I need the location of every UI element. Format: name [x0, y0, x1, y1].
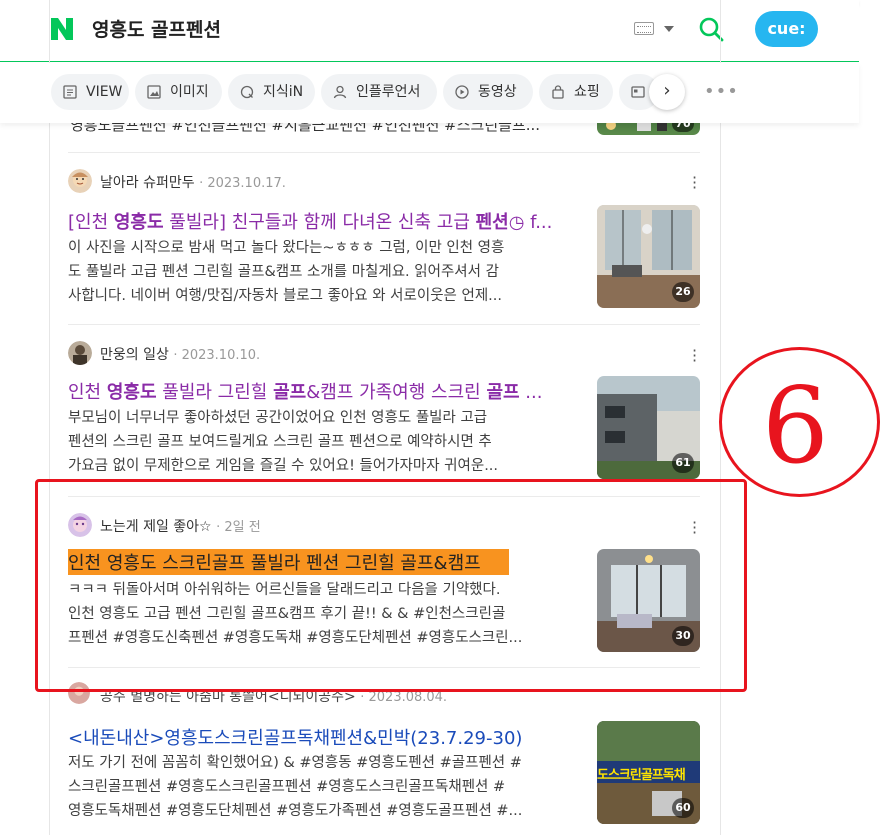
result-description: 저도 가기 전에 꼼꼼히 확인했어요) & #영흥동 #영흥도펜션 #골프펜션 … — [68, 751, 578, 823]
thumb-caption: 도스크린골프독채 — [597, 768, 686, 783]
title-keyword: 골프 — [486, 382, 520, 403]
title-part: 풀빌라] 친구들과 함께 다녀온 신축 고급 — [163, 212, 476, 233]
title-part: &캠프 가족여행 스크린 — [306, 382, 487, 403]
desc-line: 도 풀빌라 고급 펜션 그린힐 골프&캠프 소개를 마칠게요. 읽어주셔서 감 — [68, 264, 499, 280]
tab-influencer[interactable]: 인플루언서 — [321, 74, 437, 110]
kebab-menu-icon[interactable]: · · · — [692, 170, 697, 196]
tab-view[interactable]: VIEW — [51, 74, 129, 110]
annotation-highlight-box — [35, 479, 747, 692]
title-part: [인천 — [68, 212, 114, 233]
post-date: 2023.10.10. — [181, 348, 261, 363]
avatar[interactable] — [68, 169, 92, 193]
bag-icon — [552, 85, 564, 99]
result-title[interactable]: 인천 영흥도 풀빌라 그린힐 골프&캠프 가족여행 스크린 골프 ... — [68, 378, 578, 404]
result-thumbnail[interactable]: 26 — [597, 205, 700, 308]
post-date: 2023.08.04. — [368, 690, 448, 705]
person-icon — [333, 85, 347, 99]
tab-shopping[interactable]: 쇼핑 — [539, 74, 613, 110]
desc-line: 가요금 없이 무제한으로 게임을 즐길 수 있어요! 들어가자마자 귀여운... — [68, 458, 499, 474]
tab-label: 쇼핑 — [574, 84, 600, 100]
tab-kin[interactable]: 지식iN — [228, 74, 315, 110]
author-name[interactable]: 만웅의 일상 — [100, 347, 169, 363]
desc-line: 펜션의 스크린 골프 보여드릴게요 스크린 골프 펜션으로 예약하시면 추 — [68, 434, 492, 450]
title-part: 풀빌라 그린힐 — [156, 382, 274, 403]
more-menu-icon[interactable]: ••• — [704, 74, 739, 110]
tab-label: 이미지 — [170, 84, 209, 100]
view-doc-icon — [63, 85, 77, 99]
photo-count-badge: 26 — [672, 282, 694, 302]
desc-line: 사합니다. 네이버 여행/맛집/자동차 블로그 좋아요 와 서로이웃은 언제..… — [68, 288, 502, 304]
tab-label: 인플루언서 — [356, 84, 421, 100]
post-date: 2023.10.17. — [207, 176, 286, 191]
desc-line: 영흥도독채펜션 #영흥도단체펜션 #영흥도가족펜션 #영흥도골프펜션 #... — [68, 803, 523, 819]
result-title[interactable]: <내돈내산>영흥도스크린골프독채펜션&민박(23.7.29-30) — [68, 724, 578, 750]
title-keyword: 펜션 — [475, 212, 509, 233]
tab-label: VIEW — [86, 84, 123, 100]
annotation-number: 6 — [762, 365, 829, 487]
search-tabs: VIEW 이미지 지식iN 인플루언서 동영상 쇼핑 › ••• — [0, 63, 859, 123]
desc-line: 스크린골프펜션 #영흥도스크린골프펜션 #영흥도스크린골프독채펜션 # — [68, 779, 506, 795]
tabs-next-button[interactable]: › — [649, 74, 685, 110]
avatar[interactable] — [68, 341, 92, 365]
q-icon — [240, 85, 254, 99]
author-name[interactable]: 날아라 슈퍼만두 — [100, 175, 195, 191]
result-title[interactable]: [인천 영흥도 풀빌라] 친구들과 함께 다녀온 신축 고급 펜션◷ f... — [68, 208, 578, 234]
tab-image[interactable]: 이미지 — [135, 74, 222, 110]
divider — [68, 324, 700, 325]
play-icon — [455, 85, 469, 99]
image-icon — [147, 85, 161, 99]
title-part: ◷ f... — [508, 212, 553, 233]
author-line[interactable]: 만웅의 일상 · 2023.10.10. — [100, 344, 260, 364]
desc-line: 저도 가기 전에 꼼꼼히 확인했어요) & #영흥동 #영흥도펜션 #골프펜션 … — [68, 755, 522, 771]
title-part: ... — [519, 382, 543, 403]
photo-count-badge: 60 — [672, 798, 694, 818]
result-thumbnail[interactable]: 도스크린골프독채 60 — [597, 721, 700, 824]
chevron-right-icon: › — [663, 80, 671, 101]
tab-label: 지식iN — [263, 84, 304, 100]
divider — [68, 152, 700, 153]
title-part: 인천 — [68, 382, 107, 403]
title-keyword: 골프 — [273, 382, 307, 403]
news-icon — [631, 86, 645, 98]
title-keyword: 영흥도 — [113, 212, 164, 233]
tab-video[interactable]: 동영상 — [443, 74, 533, 110]
result-thumbnail[interactable]: 61 — [597, 376, 700, 479]
photo-count-badge: 61 — [672, 453, 694, 473]
title-keyword: 영흥도 — [106, 382, 157, 403]
desc-line: 이 사진을 시작으로 밤새 먹고 놀다 왔다는~ㅎㅎㅎ 그럼, 이만 인천 영흥 — [68, 240, 505, 256]
result-description: 이 사진을 시작으로 밤새 먹고 놀다 왔다는~ㅎㅎㅎ 그럼, 이만 인천 영흥… — [68, 236, 578, 308]
cue-button[interactable]: cue: — [755, 11, 818, 47]
kebab-menu-icon[interactable]: · · · — [692, 343, 697, 369]
tab-label: 동영상 — [478, 84, 517, 100]
result-description: 부모님이 너무너무 좋아하셨던 공간이었어요 인천 영흥도 풀빌라 고급 펜션의… — [68, 406, 578, 478]
author-line[interactable]: 날아라 슈퍼만두 · 2023.10.17. — [100, 172, 286, 192]
desc-line: 부모님이 너무너무 좋아하셨던 공간이었어요 인천 영흥도 풀빌라 고급 — [68, 410, 488, 426]
